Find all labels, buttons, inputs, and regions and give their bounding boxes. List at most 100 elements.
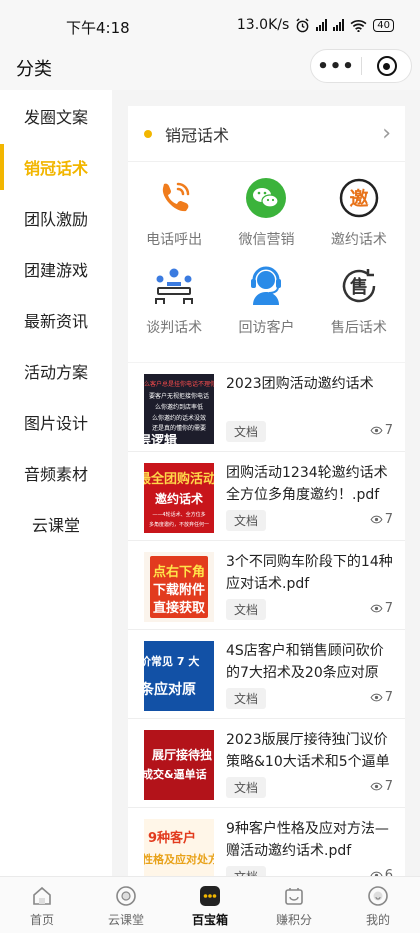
view-count-value: 6 <box>384 868 393 876</box>
grid-item-invite[interactable]: 邀 邀约话术 <box>313 176 405 264</box>
document-list: 么客户总是挂你电话不理你 要客户无视拒接你电话 么你邀约到店率低 么你邀约的话术… <box>128 362 405 876</box>
tab-points[interactable]: 赚积分 <box>252 877 336 933</box>
tab-classroom[interactable]: 云课堂 <box>84 877 168 933</box>
document-thumbnail: 最全团购活动 邀约话术 ——4轮话术、全方位多 多角度邀约，不放弃任何一 <box>144 463 214 533</box>
sidebar-item-yunketang[interactable]: 云课堂 <box>0 498 112 549</box>
thumbnail-text: 点右下角 <box>152 565 205 580</box>
document-title: 9种客户性格及应对方法—赠活动邀约话术.pdf <box>226 821 389 859</box>
page-header: 分类 ••• <box>0 46 420 90</box>
sidebar-item-label: 销冠话术 <box>23 158 88 178</box>
invite-icon: 邀 <box>337 176 381 220</box>
tab-toolbox[interactable]: 百宝箱 <box>168 877 252 933</box>
view-count: 7 <box>370 690 393 705</box>
tab-label: 云课堂 <box>107 913 144 927</box>
document-title: 4S店客户和销售顾问砍价的7大招术及20条应对原 <box>226 643 384 681</box>
document-tag: 文档 <box>226 866 267 876</box>
sidebar-item-tuanjian[interactable]: 团建游戏 <box>0 243 112 294</box>
sidebar-item-xiaoguan[interactable]: 销冠话术 <box>0 141 112 192</box>
thumbnail-text: 9种客户 <box>148 831 197 846</box>
thumbnail-text: 条应对原 <box>144 682 196 698</box>
thumbnail-text: ——4轮话术、全方位多 <box>152 512 206 518</box>
sidebar-item-huodong[interactable]: 活动方案 <box>0 345 112 396</box>
grid-item-wechat[interactable]: 微信营销 <box>220 176 312 264</box>
grid-item-label: 微信营销 <box>238 232 295 248</box>
category-sidebar: 发圈文案 销冠话术 团队激励 团建游戏 最新资讯 活动方案 图片设计 音频素材 … <box>0 90 112 876</box>
eye-icon <box>370 426 383 435</box>
view-count: 6 <box>370 868 393 876</box>
eye-icon <box>370 693 383 702</box>
grid-item-phone[interactable]: 电话呼出 <box>128 176 220 264</box>
points-icon <box>283 885 305 907</box>
document-thumbnail: 价常见 7 大 条应对原 <box>144 641 214 711</box>
thumbnail-text: 么客户总是挂你电话不理你 <box>144 381 214 388</box>
thumbnail-text: 最全团购活动 <box>144 472 214 487</box>
thumbnail-text: 下载附件 <box>152 583 205 598</box>
signal-icon <box>316 19 328 31</box>
document-tag: 文档 <box>226 510 267 531</box>
sidebar-item-label: 云课堂 <box>31 515 80 535</box>
alarm-icon <box>296 17 309 32</box>
page-title: 分类 <box>16 59 52 80</box>
more-menu-button[interactable]: ••• <box>311 56 361 77</box>
home-icon <box>31 885 53 907</box>
sidebar-item-zixun[interactable]: 最新资讯 <box>0 294 112 345</box>
grid-item-negotiation[interactable]: 谈判话术 <box>128 264 220 352</box>
document-tag: 文档 <box>226 688 267 709</box>
invite-glyph: 邀 <box>349 187 369 210</box>
eye-icon <box>370 782 383 791</box>
tab-label: 赚积分 <box>275 913 312 927</box>
status-bar: 下午4:18 13.0K/s 40 <box>0 0 420 46</box>
grid-item-aftersale[interactable]: 售 售后话术 <box>313 264 405 352</box>
battery-icon: 40 <box>373 18 394 32</box>
thumbnail-text: 展厅接待独 <box>152 748 213 762</box>
grid-item-label: 邀约话术 <box>330 232 387 248</box>
grid-item-callback[interactable]: 回访客户 <box>220 264 312 352</box>
tab-profile[interactable]: 我的 <box>336 877 420 933</box>
thumbnail-text: 直接获取 <box>152 601 205 616</box>
tab-label: 百宝箱 <box>191 913 228 927</box>
document-thumbnail: 展厅接待独 成交&逼单话 <box>144 730 214 800</box>
bottom-tab-bar: 首页 云课堂 百宝箱 赚积分 我的 <box>0 876 420 933</box>
list-item[interactable]: 价常见 7 大 条应对原 4S店客户和销售顾问砍价的7大招术及20条应对原 文档… <box>128 630 405 719</box>
tab-label: 首页 <box>29 913 54 927</box>
document-title: 2023版展厅接待独门议价策略&10大话术和5个逼单 <box>226 732 390 770</box>
close-miniprogram-button[interactable] <box>362 56 411 76</box>
grid-item-label: 回访客户 <box>238 320 295 336</box>
sidebar-item-tupian[interactable]: 图片设计 <box>0 396 112 447</box>
headset-icon <box>244 264 288 308</box>
document-tag: 文档 <box>226 777 267 798</box>
document-tag: 文档 <box>226 421 267 442</box>
sidebar-item-label: 音频素材 <box>23 464 88 484</box>
sidebar-item-yinpin[interactable]: 音频素材 <box>0 447 112 498</box>
aftersale-glyph: 售 <box>350 276 368 298</box>
thumbnail-text: 层逻辑 <box>144 434 178 444</box>
view-count-value: 7 <box>384 512 393 527</box>
tab-home[interactable]: 首页 <box>0 877 84 933</box>
category-header[interactable]: 销冠话术 › <box>128 106 405 162</box>
phone-icon <box>152 176 196 220</box>
list-item[interactable]: 么客户总是挂你电话不理你 要客户无视拒接你电话 么你邀约到店率低 么你邀约的话术… <box>128 363 405 452</box>
document-title: 团购活动1234轮邀约话术全方位多角度邀约！.pdf <box>226 465 388 503</box>
thumbnail-text: 么你邀约到店率低 <box>154 404 203 411</box>
list-item[interactable]: 点右下角 下载附件 直接获取 3个不同购车阶段下的14种应对话术.pdf 文档 … <box>128 541 405 630</box>
sidebar-item-tuandui[interactable]: 团队激励 <box>0 192 112 243</box>
eye-icon <box>370 515 383 524</box>
thumbnail-text: 成交&逼单话 <box>144 768 207 781</box>
list-item[interactable]: 最全团购活动 邀约话术 ——4轮话术、全方位多 多角度邀约，不放弃任何一 团购活… <box>128 452 405 541</box>
thumbnail-text: 多角度邀约，不放弃任何一 <box>148 522 209 528</box>
view-count-value: 7 <box>384 690 393 705</box>
view-count: 7 <box>370 779 393 794</box>
sidebar-item-label: 团队激励 <box>23 209 88 229</box>
document-thumbnail: 9种客户 性格及应对处方 <box>144 819 214 876</box>
document-tag: 文档 <box>226 599 267 620</box>
content-panel: 销冠话术 › 电话呼出 微信营销 邀 邀约话术 谈判话术 回访客户 售 售后话术… <box>128 106 405 876</box>
classroom-icon <box>115 885 137 907</box>
sidebar-item-faquan[interactable]: 发圈文案 <box>0 90 112 141</box>
subcategory-grid: 电话呼出 微信营销 邀 邀约话术 谈判话术 回访客户 售 售后话术 <box>128 162 405 362</box>
view-count-value: 7 <box>384 423 393 438</box>
list-item[interactable]: 展厅接待独 成交&逼单话 2023版展厅接待独门议价策略&10大话术和5个逼单 … <box>128 719 405 808</box>
thumbnail-text: 么你邀约的话术没效 <box>151 415 206 422</box>
negotiation-icon <box>152 264 196 308</box>
category-title: 销冠话术 <box>165 125 230 145</box>
list-item[interactable]: 9种客户 性格及应对处方 9种客户性格及应对方法—赠活动邀约话术.pdf 文档 … <box>128 808 405 876</box>
